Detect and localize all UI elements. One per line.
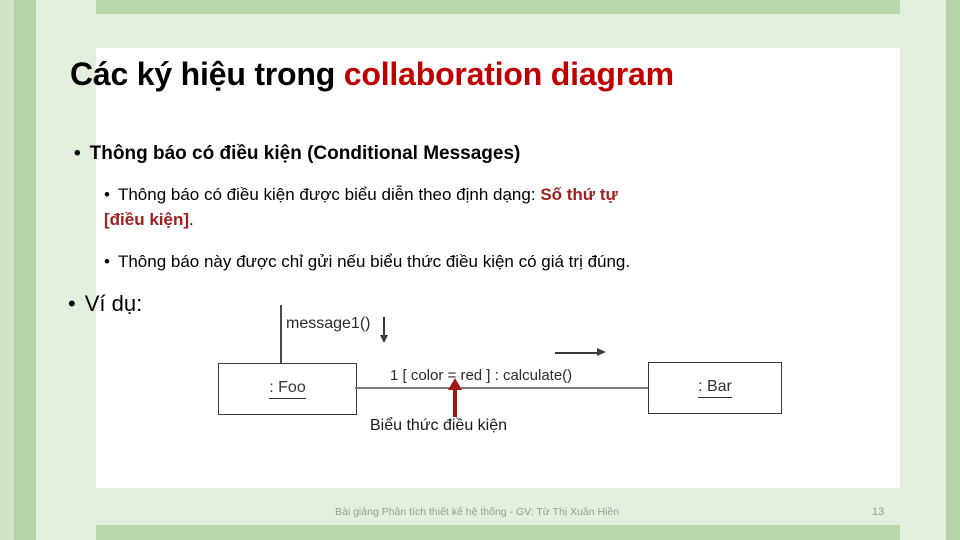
association-link-line [355, 387, 648, 389]
frame-band-left-mid [14, 0, 36, 540]
bullet-conditional-messages-label: Thông báo có điều kiện (Conditional Mess… [89, 143, 521, 164]
conditional-message-label: 1 [ color = red ] : calculate() [390, 367, 573, 384]
arrow-up-red-icon [448, 378, 462, 417]
bullet-example-label: Ví dụ: [84, 291, 143, 316]
annotation-condition-expression: Biểu thức điều kiện [370, 417, 508, 434]
self-message-stem-line [280, 305, 282, 363]
frame-band-right-outer [946, 0, 960, 540]
frame-band-left-outer [0, 0, 14, 540]
bullet-marker-icon: • [104, 252, 110, 271]
bullet-marker-icon: • [104, 185, 110, 204]
bullet-conditional-messages: • Thông báo có điều kiện (Conditional Mes… [74, 143, 520, 165]
page-title: Các ký hiệu trong collaboration diagram [70, 56, 920, 93]
object-node-bar-label: : Bar [698, 378, 732, 398]
object-node-foo: : Foo [218, 363, 357, 415]
sub-bullet-message-format: • Thông báo có điều kiện được biểu diễn t… [104, 183, 890, 232]
format-token-condition: [điều kiện] [104, 209, 190, 229]
bullet-marker-icon: • [74, 143, 81, 164]
bullet-marker-icon: • [68, 291, 76, 316]
object-node-bar: : Bar [648, 362, 782, 414]
slide: Các ký hiệu trong collaboration diagram … [0, 0, 960, 540]
sub-bullet-message-format-label: Thông báo có điều kiện được biểu diễn th… [117, 185, 536, 204]
bullet-example: • Ví dụ: [68, 291, 142, 317]
footer-text: Bài giảng Phân tích thiết kế hệ thống - … [335, 506, 620, 518]
frame-band-bottom-dark [0, 525, 960, 540]
format-token-period: . [189, 209, 194, 229]
frame-band-top-dark [0, 0, 960, 14]
arrow-right-icon [555, 348, 606, 356]
self-message-label: message1() [286, 315, 371, 332]
sub-bullet-send-condition: • Thông báo này được chỉ gửi nếu biểu thứ… [104, 250, 884, 275]
object-node-foo-label: : Foo [269, 379, 306, 399]
footer-page-number: 13 [872, 506, 885, 518]
frame-band-top-light [0, 14, 960, 48]
format-token-sequence-number: Số thứ tự [540, 185, 618, 204]
sub-bullet-send-condition-label: Thông báo này được chỉ gửi nếu biểu thức… [117, 252, 631, 271]
page-title-accent: collaboration diagram [343, 56, 674, 92]
page-title-plain: Các ký hiệu trong [70, 56, 344, 92]
collaboration-diagram: message1() : Foo 1 [ color = red ] : cal… [200, 305, 820, 455]
arrow-down-icon [380, 317, 388, 343]
